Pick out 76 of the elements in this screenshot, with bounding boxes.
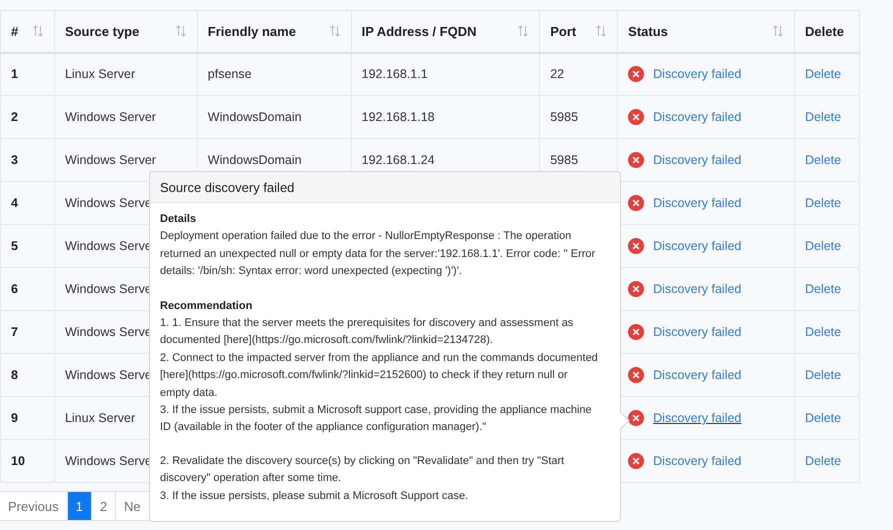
page-button[interactable]: Ne [115, 491, 150, 521]
row-number: 9 [11, 411, 18, 425]
delete-link[interactable]: Delete [804, 67, 842, 82]
delete-link[interactable]: Delete [804, 153, 842, 167]
error-icon [628, 66, 644, 82]
error-icon [628, 453, 644, 469]
table-cell: Linux Server [64, 67, 136, 82]
table-cell: Windows Server [64, 110, 156, 124]
recommendation-text: 2. Revalidate the discovery source(s) by clicking on "Revalidate" and then try "Start discovery" operation after some time. [160, 454, 566, 486]
table-cell: 192.168.1.1 [362, 67, 428, 82]
error-icon [628, 410, 644, 426]
row-number: 3 [11, 153, 18, 167]
status-link[interactable]: Discovery failed [653, 282, 742, 296]
recommendation-text: 3. If the issue persists, submit a Microsoft support case, providing the appliance machine ID (available in the footer of the appliance configuration manager)." [160, 403, 593, 436]
table-cell: Linux Server [64, 411, 136, 425]
column-header[interactable]: Port [550, 24, 576, 39]
column-header[interactable]: Source type [64, 24, 140, 39]
table-cell: WindowsDomain [208, 153, 302, 167]
details-text: Deployment operation failed due to the error - NullorEmptyResponse : The operation returned an unexpected null or empty data for the server:'192.168.1.1'. Error code: '' Error details: '/bin/sh: Syntax error: word unexpected (expecting ')')'. [160, 229, 596, 280]
error-icon [628, 324, 644, 340]
delete-link[interactable]: Delete [804, 325, 842, 339]
error-icon [628, 195, 644, 211]
sort-icon[interactable] [595, 25, 608, 38]
status-link[interactable]: Discovery failed [653, 153, 742, 167]
row-number: 5 [11, 239, 18, 253]
row-number: 7 [11, 325, 18, 339]
row-number: 2 [11, 110, 18, 124]
sort-icon[interactable] [772, 25, 784, 38]
status-link[interactable]: Discovery failed [653, 411, 742, 425]
table-cell: WindowsDomain [208, 110, 302, 124]
delete-link[interactable]: Delete [804, 411, 842, 425]
row-number: 8 [11, 368, 18, 382]
table-cell: 192.168.1.18 [362, 110, 435, 124]
sort-icon[interactable] [32, 25, 44, 38]
popover-title: Source discovery failed [160, 180, 294, 194]
table-cell: Windows Server [64, 153, 156, 167]
recommendation-text: 1. 1. Ensure that the server meets the prerequisites for discovery and assessment as documented [here](https://go.microsoft.com/fwlink/?linkid=2134728). [160, 316, 574, 348]
page-button[interactable]: Previous [0, 491, 68, 521]
error-icon [628, 281, 644, 297]
recommendation-text: 3. If the issue persists, please submit a Microsoft Support case. [160, 488, 470, 504]
status-link[interactable]: Discovery failed [653, 239, 742, 253]
delete-link[interactable]: Delete [804, 454, 842, 468]
row-number: 6 [11, 282, 18, 296]
column-header[interactable]: Status [628, 24, 668, 39]
section-heading: Details [160, 212, 198, 227]
error-icon [628, 109, 644, 125]
row-number: 1 [11, 67, 18, 82]
delete-link[interactable]: Delete [804, 196, 842, 210]
status-link[interactable]: Discovery failed [653, 368, 742, 382]
error-icon [628, 152, 644, 168]
section-heading: Recommendation [160, 298, 254, 314]
table-cell: 5985 [550, 153, 578, 167]
table-cell: 22 [550, 67, 564, 82]
row-number: 4 [11, 196, 18, 210]
page-button[interactable]: 1 [66, 491, 92, 521]
delete-link[interactable]: Delete [804, 239, 842, 253]
delete-link[interactable]: Delete [804, 110, 842, 124]
sort-icon[interactable] [174, 25, 187, 38]
status-link[interactable]: Discovery failed [653, 454, 742, 468]
table-cell: pfsense [208, 67, 252, 82]
table-cell: 5985 [550, 110, 578, 124]
error-icon [628, 367, 644, 383]
sort-icon[interactable] [328, 25, 341, 38]
row-number: 10 [11, 454, 25, 468]
status-link[interactable]: Discovery failed [653, 325, 742, 339]
delete-link[interactable]: Delete [804, 368, 842, 382]
recommendation-text: 2. Connect to the impacted server from the appliance and run the commands documented [here](https://go.microsoft.com/fwlink/?linkid=2152600) to check if they return null or empty data. [160, 350, 598, 401]
column-header[interactable]: # [11, 24, 18, 39]
table-cell: 192.168.1.24 [362, 153, 435, 167]
error-icon [628, 238, 644, 254]
sort-icon[interactable] [517, 25, 530, 38]
status-link[interactable]: Discovery failed [653, 110, 742, 124]
status-link[interactable]: Discovery failed [653, 67, 742, 82]
delete-link[interactable]: Delete [804, 282, 842, 296]
page-button[interactable]: 2 [90, 491, 116, 521]
status-link[interactable]: Discovery failed [653, 196, 742, 210]
